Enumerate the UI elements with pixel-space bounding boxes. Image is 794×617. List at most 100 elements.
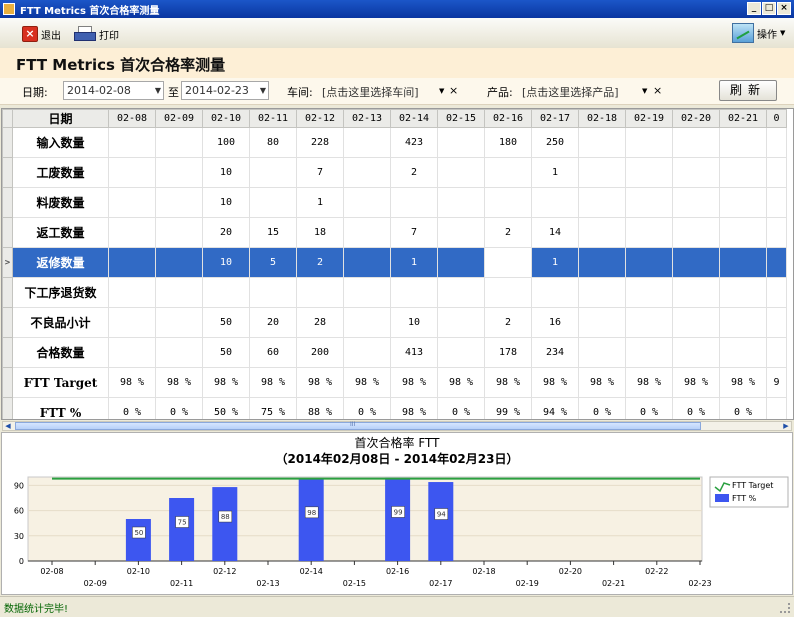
grid-cell[interactable] xyxy=(108,217,156,248)
grid-cell[interactable] xyxy=(625,307,673,338)
grid-cell[interactable]: 0 % xyxy=(719,397,767,419)
grid-cell[interactable]: 98 % xyxy=(578,367,626,398)
grid-cell[interactable] xyxy=(625,337,673,368)
grid-cell[interactable] xyxy=(672,337,720,368)
grid-cell[interactable] xyxy=(719,127,767,158)
row-header[interactable] xyxy=(2,397,13,419)
grid-cell[interactable] xyxy=(437,337,485,368)
column-header[interactable]: 02-17 xyxy=(531,109,579,128)
grid-cell[interactable] xyxy=(766,127,787,158)
grid-cell[interactable] xyxy=(766,217,787,248)
grid-cell[interactable] xyxy=(155,157,203,188)
grid-cell[interactable]: 20 xyxy=(249,307,297,338)
grid-cell[interactable] xyxy=(578,217,626,248)
grid-cell[interactable]: 5 xyxy=(249,247,297,278)
row-header[interactable]: > xyxy=(2,247,13,278)
grid-cell[interactable]: 98 % xyxy=(672,367,720,398)
grid-cell[interactable] xyxy=(484,157,532,188)
operations-menu-button[interactable]: 操作 ▼ xyxy=(732,23,785,43)
grid-cell[interactable] xyxy=(249,277,297,308)
minimize-button[interactable]: _ xyxy=(747,2,761,15)
print-button[interactable]: 打印 xyxy=(74,24,119,44)
grid-cell[interactable]: 0 % xyxy=(155,397,203,419)
grid-cell[interactable]: 2 xyxy=(390,157,438,188)
table-row[interactable]: 返工数量 20 15 18 7 2 14 xyxy=(2,217,787,248)
grid-cell[interactable]: 9 xyxy=(766,367,787,398)
table-row[interactable]: 输入数量 100 80 228 423 180 250 xyxy=(2,127,787,158)
workshop-dropdown-icon[interactable]: ▼ xyxy=(439,87,444,95)
grid-cell[interactable] xyxy=(578,187,626,218)
product-dropdown-icon[interactable]: ▼ xyxy=(642,87,647,95)
grid-cell[interactable] xyxy=(719,187,767,218)
grid-cell[interactable] xyxy=(108,157,156,188)
grid-cell[interactable] xyxy=(719,247,767,278)
grid-cell[interactable] xyxy=(108,187,156,218)
grid-cell[interactable]: 1 xyxy=(531,247,579,278)
column-header[interactable]: 02-19 xyxy=(625,109,673,128)
scroll-thumb[interactable]: III xyxy=(15,421,701,430)
table-row[interactable]: 料废数量 10 1 xyxy=(2,187,787,218)
grid-cell[interactable] xyxy=(343,217,391,248)
grid-cell[interactable] xyxy=(766,247,787,278)
grid-cell[interactable] xyxy=(437,277,485,308)
grid-cell[interactable]: 98 % xyxy=(296,367,344,398)
grid-cell[interactable] xyxy=(578,307,626,338)
grid-cell[interactable]: 250 xyxy=(531,127,579,158)
grid-cell[interactable] xyxy=(108,127,156,158)
grid-cell[interactable] xyxy=(719,337,767,368)
column-header[interactable]: 02-10 xyxy=(202,109,250,128)
grid-cell[interactable]: 0 % xyxy=(672,397,720,419)
grid-cell[interactable]: 1 xyxy=(531,157,579,188)
table-row[interactable]: 工废数量 10 7 2 1 xyxy=(2,157,787,188)
table-row[interactable]: 不良品小计 50 20 28 10 2 16 xyxy=(2,307,787,338)
grid-cell[interactable]: 200 xyxy=(296,337,344,368)
grid-cell[interactable] xyxy=(343,157,391,188)
grid-cell[interactable] xyxy=(578,277,626,308)
grid-cell[interactable]: 98 % xyxy=(108,367,156,398)
grid-cell[interactable]: 98 % xyxy=(625,367,673,398)
grid-cell[interactable]: 413 xyxy=(390,337,438,368)
column-header[interactable]: 02-08 xyxy=(108,109,156,128)
grid-cell[interactable]: 0 % xyxy=(625,397,673,419)
grid-cell[interactable]: 75 % xyxy=(249,397,297,419)
grid-cell[interactable] xyxy=(108,277,156,308)
grid-cell[interactable] xyxy=(578,337,626,368)
grid-cell[interactable]: 20 xyxy=(202,217,250,248)
row-header[interactable] xyxy=(2,307,13,338)
grid-cell[interactable]: 98 % xyxy=(390,367,438,398)
grid-cell[interactable]: 0 % xyxy=(108,397,156,419)
grid-cell[interactable] xyxy=(437,127,485,158)
grid-cell[interactable]: 0 % xyxy=(578,397,626,419)
grid-cell[interactable] xyxy=(766,337,787,368)
grid-cell[interactable] xyxy=(625,277,673,308)
column-header[interactable]: 02-21 xyxy=(719,109,767,128)
grid-cell[interactable]: 60 xyxy=(249,337,297,368)
grid-cell[interactable] xyxy=(484,247,532,278)
row-header[interactable] xyxy=(2,277,13,308)
column-header-date[interactable]: 日期 xyxy=(12,109,109,128)
grid-cell[interactable]: 98 % xyxy=(390,397,438,419)
grid-cell[interactable] xyxy=(719,217,767,248)
grid-cell[interactable]: 15 xyxy=(249,217,297,248)
table-row[interactable]: 下工序退货数 xyxy=(2,277,787,308)
grid-cell[interactable] xyxy=(343,187,391,218)
grid-cell[interactable]: 98 % xyxy=(343,367,391,398)
column-header[interactable]: 0 xyxy=(766,109,787,128)
grid-cell[interactable]: 10 xyxy=(202,157,250,188)
grid-cell[interactable]: 50 xyxy=(202,337,250,368)
column-header[interactable]: 02-13 xyxy=(343,109,391,128)
grid-cell[interactable] xyxy=(531,187,579,218)
column-header[interactable]: 02-11 xyxy=(249,109,297,128)
grid-cell[interactable] xyxy=(719,277,767,308)
close-window-button[interactable]: × xyxy=(777,2,791,15)
row-header[interactable] xyxy=(2,127,13,158)
grid-cell[interactable] xyxy=(155,337,203,368)
grid-cell[interactable] xyxy=(672,247,720,278)
grid-cell[interactable] xyxy=(672,127,720,158)
column-header[interactable]: 02-20 xyxy=(672,109,720,128)
grid-cell[interactable] xyxy=(155,247,203,278)
grid-cell[interactable] xyxy=(108,337,156,368)
grid-cell[interactable]: 234 xyxy=(531,337,579,368)
grid-cell[interactable] xyxy=(155,127,203,158)
grid-cell[interactable]: 10 xyxy=(202,247,250,278)
